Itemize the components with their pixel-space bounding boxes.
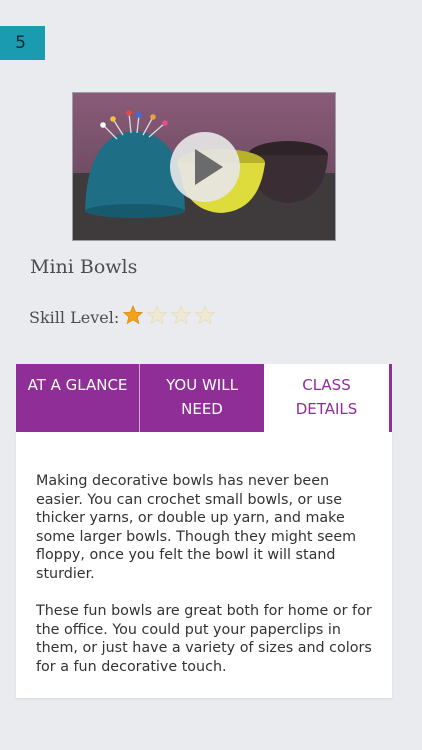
skill-rating-stars xyxy=(122,304,219,330)
star-empty-icon xyxy=(170,304,192,325)
details-paragraph: Making decorative bowls has never been e… xyxy=(36,473,357,582)
skill-level: Skill Level: xyxy=(29,304,219,330)
video-preview-image xyxy=(73,93,335,240)
step-number-badge: 5 xyxy=(0,26,45,60)
class-title: Mini Bowls xyxy=(30,256,138,278)
tab-you-will-need[interactable]: YOU WILL NEED xyxy=(140,364,264,432)
star-filled-icon xyxy=(122,304,144,325)
star-empty-icon xyxy=(146,304,168,325)
skill-level-label: Skill Level: xyxy=(29,308,120,327)
play-icon[interactable] xyxy=(170,132,240,202)
details-paragraph: These fun bowls are great both for home … xyxy=(36,603,372,675)
tab-class-details[interactable]: CLASS DETAILS xyxy=(264,364,392,432)
video-thumbnail[interactable] xyxy=(72,92,336,241)
class-info-tabs: AT A GLANCE YOU WILL NEED CLASS DETAILS xyxy=(16,364,392,432)
tab-label: YOU WILL NEED xyxy=(166,376,238,418)
tab-label: CLASS DETAILS xyxy=(295,376,358,418)
tab-at-a-glance[interactable]: AT A GLANCE xyxy=(16,364,140,432)
star-empty-icon xyxy=(194,304,216,325)
class-details-panel: Making decorative bowls has never been e… xyxy=(16,432,392,698)
tab-label: AT A GLANCE xyxy=(27,376,128,394)
